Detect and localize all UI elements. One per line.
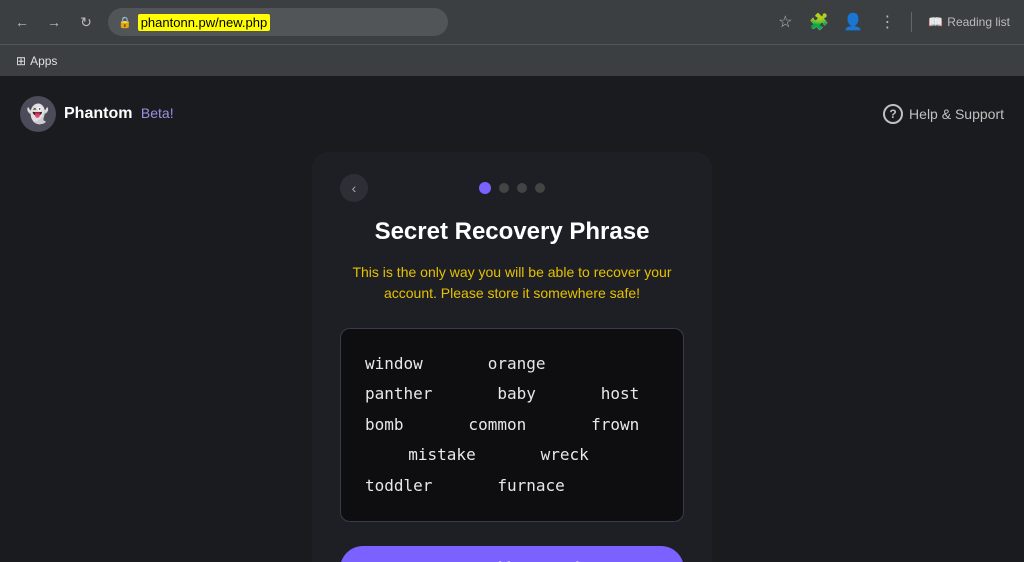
apps-grid-icon: ⊞ bbox=[16, 54, 26, 68]
browser-frame: ← → ↻ 🔒 phantonn.pw/new.php ☆ 🧩 👤 ⋮ 📖 Re… bbox=[0, 0, 1024, 562]
nav-buttons: ← → ↻ bbox=[8, 8, 100, 36]
card-nav: ‹ bbox=[340, 182, 684, 194]
url-text[interactable]: phantonn.pw/new.php bbox=[138, 14, 271, 31]
profile-button[interactable]: 👤 bbox=[839, 8, 867, 36]
reading-list-button[interactable]: 📖 Reading list bbox=[922, 11, 1016, 33]
back-arrow-icon: ‹ bbox=[352, 180, 357, 196]
browser-toolbar: ← → ↻ 🔒 phantonn.pw/new.php ☆ 🧩 👤 ⋮ 📖 Re… bbox=[0, 0, 1024, 44]
apps-bookmark[interactable]: ⊞ Apps bbox=[8, 50, 65, 72]
star-button[interactable]: ☆ bbox=[771, 8, 799, 36]
lock-icon: 🔒 bbox=[118, 16, 132, 29]
help-support-button[interactable]: ? Help & Support bbox=[883, 104, 1004, 124]
ghost-icon: 👻 bbox=[27, 104, 49, 125]
dot-3 bbox=[517, 183, 527, 193]
card-warning: This is the only way you will be able to… bbox=[340, 262, 684, 304]
extensions-button[interactable]: 🧩 bbox=[805, 8, 833, 36]
help-icon: ? bbox=[883, 104, 903, 124]
address-bar-wrap: 🔒 phantonn.pw/new.php bbox=[108, 8, 763, 36]
apps-label: Apps bbox=[30, 54, 57, 68]
page-inner: 👻 Phantom Beta! ? Help & Support bbox=[0, 76, 1024, 562]
recovery-phrase: window orange panther baby host bomb com… bbox=[365, 349, 659, 501]
app-name: Phantom bbox=[64, 105, 132, 122]
main-card: ‹ Secret Recovery Phrase This is the onl… bbox=[312, 152, 712, 562]
phantom-logo: 👻 Phantom Beta! bbox=[20, 96, 174, 132]
menu-button[interactable]: ⋮ bbox=[873, 8, 901, 36]
reading-list-label: Reading list bbox=[947, 15, 1010, 29]
bookmarks-bar: ⊞ Apps bbox=[0, 44, 1024, 76]
dot-2 bbox=[499, 183, 509, 193]
reload-button[interactable]: ↻ bbox=[72, 8, 100, 36]
progress-dots bbox=[479, 182, 545, 194]
toolbar-right: ☆ 🧩 👤 ⋮ 📖 Reading list bbox=[771, 8, 1016, 36]
reading-list-icon: 📖 bbox=[928, 15, 943, 29]
forward-button[interactable]: → bbox=[40, 8, 68, 36]
page-header: 👻 Phantom Beta! ? Help & Support bbox=[20, 96, 1004, 132]
ok-saved-button[interactable]: OK, I saved it somewhere bbox=[340, 546, 684, 562]
card-title: Secret Recovery Phrase bbox=[340, 218, 684, 246]
page-content: 👻 Phantom Beta! ? Help & Support bbox=[0, 76, 1024, 562]
reading-list-divider bbox=[911, 12, 912, 32]
phrase-box: window orange panther baby host bomb com… bbox=[340, 328, 684, 522]
dot-1 bbox=[479, 182, 491, 194]
app-badge: Beta! bbox=[141, 105, 174, 121]
help-label: Help & Support bbox=[909, 106, 1004, 122]
card-back-button[interactable]: ‹ bbox=[340, 174, 368, 202]
address-bar[interactable]: 🔒 phantonn.pw/new.php bbox=[108, 8, 448, 36]
dot-4 bbox=[535, 183, 545, 193]
back-button[interactable]: ← bbox=[8, 8, 36, 36]
phantom-icon: 👻 bbox=[20, 96, 56, 132]
